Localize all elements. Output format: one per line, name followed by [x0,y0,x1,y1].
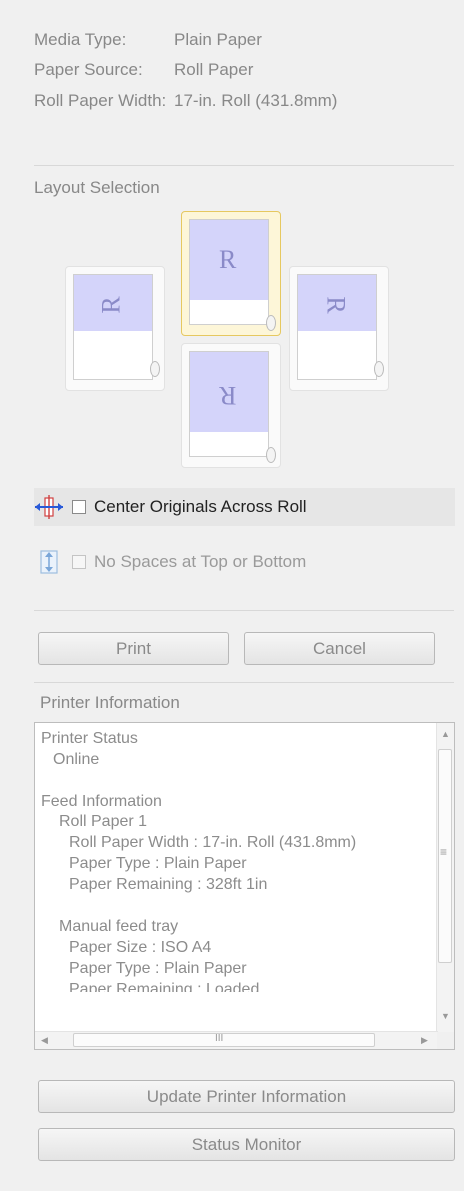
media-type-value: Plain Paper [174,30,262,49]
roll-curl-icon [266,447,276,463]
sheet-preview: R [189,351,269,457]
center-originals-checkbox[interactable] [72,500,86,514]
paper-source-label: Paper Source: [34,60,143,79]
roll-width-label: Roll Paper Width: [34,91,167,110]
info-line: Paper Remaining : Loaded [69,981,260,992]
sheet-preview: R [297,274,377,380]
layout-letter: R [219,381,237,410]
layout-letter: R [96,296,126,314]
info-line: Paper Type : Plain Paper [69,855,247,872]
info-line: Feed Information [41,793,162,810]
vertical-scrollbar[interactable]: ▲ ≡ ▼ [436,723,454,1034]
horizontal-scroll-thumb[interactable] [73,1033,375,1047]
roll-curl-icon [150,361,160,377]
status-monitor-button[interactable]: Status Monitor [38,1128,455,1161]
no-spaces-label: No Spaces at Top or Bottom [94,552,307,571]
layout-selection-title: Layout Selection [34,178,160,197]
horizontal-grip-icon: III [215,1033,224,1044]
scrollbar-corner [437,1032,454,1049]
info-line: Paper Size : ISO A4 [69,939,212,956]
layout-option-rotated-right[interactable]: R [289,266,389,391]
vertical-grip-icon: ≡ [440,845,448,859]
info-line: Paper Remaining : 328ft 1in [69,876,268,893]
layout-letter: R [321,296,351,314]
info-line: Paper Type : Plain Paper [69,960,247,977]
layout-option-rotated-left[interactable]: R [65,266,165,391]
media-type-label: Media Type: [34,30,127,49]
center-originals-option[interactable]: Center Originals Across Roll [34,490,307,524]
roll-curl-icon [374,361,384,377]
layout-option-upside-down[interactable]: R [181,343,281,468]
horizontal-scrollbar[interactable]: ◀ III ▶ [35,1031,438,1049]
media-type-row: Media Type: Plain Paper [34,30,262,52]
printer-information-title: Printer Information [40,693,180,712]
roll-width-row: Roll Paper Width: 17-in. Roll (431.8mm) [34,91,337,113]
scroll-left-icon[interactable]: ◀ [41,1035,48,1046]
roll-curl-icon [266,315,276,331]
cancel-button[interactable]: Cancel [244,632,435,665]
print-button[interactable]: Print [38,632,229,665]
divider [34,165,454,166]
info-line: Printer Status [41,730,138,747]
sheet-preview: R [189,219,269,325]
info-line: Roll Paper Width : 17-in. Roll (431.8mm) [69,834,357,851]
vertical-fit-icon [40,550,58,574]
roll-width-value: 17-in. Roll (431.8mm) [174,91,338,110]
scroll-right-icon[interactable]: ▶ [421,1035,428,1046]
info-line: Online [53,751,100,768]
divider [34,682,454,683]
update-printer-info-button[interactable]: Update Printer Information [38,1080,455,1113]
info-line: Manual feed tray [59,918,179,935]
no-spaces-checkbox [72,555,86,569]
center-originals-label: Center Originals Across Roll [94,497,307,516]
divider [34,610,454,611]
layout-letter: R [219,245,237,274]
info-line: Roll Paper 1 [59,813,148,830]
scroll-down-icon[interactable]: ▼ [441,1011,450,1021]
printer-info-listbox[interactable]: Printer Status Online Feed Information R… [34,722,455,1050]
center-arrows-icon [35,495,63,519]
sheet-preview: R [73,274,153,380]
paper-source-row: Paper Source: Roll Paper [34,60,253,82]
no-spaces-option: No Spaces at Top or Bottom [34,545,306,579]
layout-option-normal[interactable]: R [181,211,281,336]
scroll-up-icon[interactable]: ▲ [441,729,450,739]
paper-source-value: Roll Paper [174,60,254,79]
